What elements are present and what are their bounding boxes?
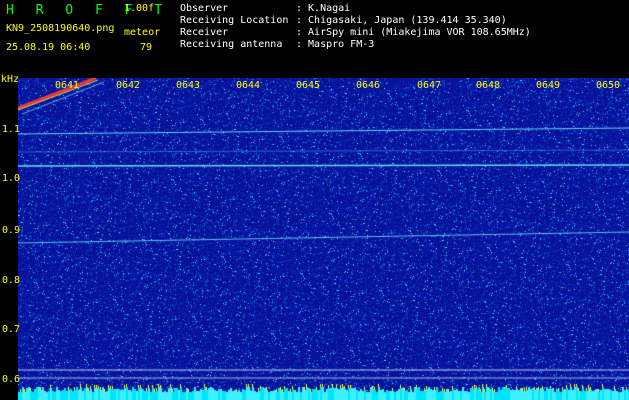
file-name: KN9_2508190640.png [6,23,115,34]
info-label-antenna: Receiving antenna [180,39,283,50]
freq-tick-label: 0.6 [2,374,21,385]
info-value-location: : Chigasaki, Japan (139.414 35.340) [296,15,507,26]
freq-tick-label: 1.0 [2,173,21,184]
time-tick-label: 0644 [236,80,261,91]
timestamp: 25.08.19 06:40 [6,42,91,53]
info-value-antenna: : Maspro FM-3 [296,39,375,50]
time-tick-label: 0641 [55,80,80,91]
time-tick-label: 0647 [417,80,442,91]
freq-tick-label: 0.7 [2,324,21,335]
meteor-count: 79 [140,42,153,53]
freq-tick-label: 1.1 [2,124,21,135]
time-tick-label: 0649 [536,80,561,91]
freq-unit-label: kHz [1,74,20,85]
spectrogram-canvas [18,78,629,400]
time-tick-label: 0643 [176,80,201,91]
hrofft-window: H R O F F T 1.00f KN9_2508190640.png met… [0,0,629,400]
info-label-observer: Observer [180,3,229,14]
info-value-observer: : K.Nagai [296,3,351,14]
freq-tick-label: 0.9 [2,225,21,236]
info-label-location: Receiving Location [180,15,289,26]
info-label-receiver: Receiver [180,27,229,38]
freq-tick-label: 0.8 [2,275,21,286]
time-tick-label: 0642 [116,80,141,91]
app-version: 1.00f [124,3,155,14]
time-tick-label: 0645 [296,80,321,91]
time-tick-label: 0646 [356,80,381,91]
spectrogram [18,78,629,400]
info-value-receiver: : AirSpy mini (Miakejima VOR 108.65MHz) [296,27,531,38]
time-tick-label: 0648 [476,80,501,91]
meteor-label: meteor [124,27,161,38]
time-tick-label: 0650 [596,80,621,91]
